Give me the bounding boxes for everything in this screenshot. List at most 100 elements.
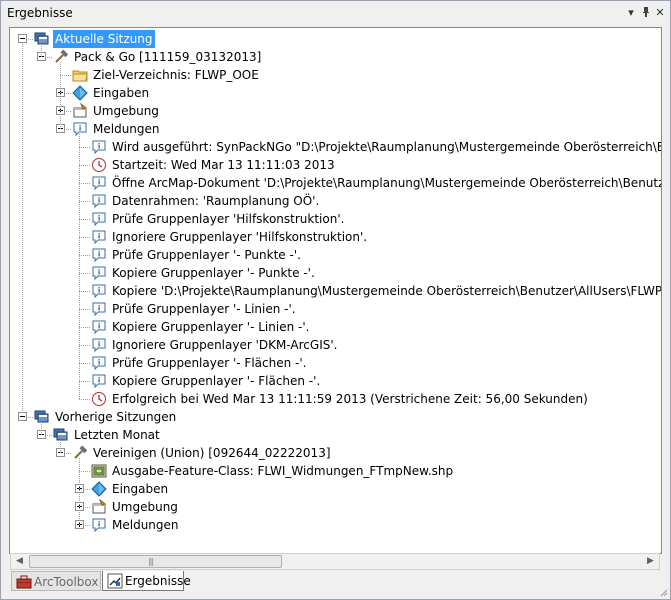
environment-icon [91, 498, 107, 515]
feature-class-icon [91, 463, 107, 479]
collapse-icon[interactable] [18, 34, 27, 43]
tree-row[interactable]: Vorherige Sitzungen [10, 408, 661, 426]
tree-row-label: Startzeit: Wed Mar 13 11:11:03 2013 [112, 158, 335, 172]
tree-connector [41, 44, 42, 57]
tree-row[interactable]: Kopiere Gruppenlayer '- Linien -'. [10, 318, 661, 336]
clock-icon [91, 157, 107, 173]
tree-connector [60, 440, 61, 453]
session-icon [34, 31, 50, 47]
toolbox-icon [16, 574, 32, 590]
tree-row[interactable]: Wird ausgeführt: SynPackNGo "D:\Projekte… [10, 138, 661, 156]
tree-row[interactable]: Prüfe Gruppenlayer 'Hilfskonstruktion'. [10, 210, 661, 228]
tree-row-label: Wird ausgeführt: SynPackNGo "D:\Projekte… [112, 140, 661, 154]
tree-row[interactable]: Eingaben [10, 480, 661, 498]
message-icon [91, 283, 107, 299]
tab-ergebnisse[interactable]: Ergebnisse [102, 571, 191, 591]
tree-row-label: Letzten Monat [74, 428, 160, 442]
collapse-icon[interactable] [18, 412, 27, 421]
tree-row[interactable]: Erfolgreich bei Wed Mar 13 11:11:59 2013… [10, 390, 661, 408]
tree-row-label: Prüfe Gruppenlayer '- Punkte -'. [112, 248, 301, 262]
title-bar: Ergebnisse ▾ ✕ [1, 1, 670, 25]
tree-row[interactable]: Pack & Go [111159_03132013] [10, 48, 661, 66]
message-icon [91, 211, 107, 227]
tree-row-label: Kopiere Gruppenlayer '- Punkte -'. [112, 266, 315, 280]
scroll-left-icon[interactable]: ◀ [11, 554, 28, 569]
scrollbar-thumb[interactable]: ||| [29, 555, 282, 568]
tree-row[interactable]: Ignoriere Gruppenlayer 'Hilfskonstruktio… [10, 228, 661, 246]
tree-row-label: Prüfe Gruppenlayer '- Linien -'. [112, 302, 296, 316]
dock-tabs: ArcToolbox Ergebnisse [9, 571, 649, 593]
tree-row-label: Kopiere Gruppenlayer '- Linien -'. [112, 320, 310, 334]
window-title: Ergebnisse [7, 6, 73, 20]
tree-row-label: Umgebung [93, 104, 159, 118]
results-tree[interactable]: Aktuelle Sitzung Pack & Go [111159_031320… [9, 27, 662, 554]
grip-icon: ||| [148, 557, 154, 566]
tree-row[interactable]: Umgebung [10, 498, 661, 516]
session-icon [53, 427, 69, 443]
results-window: Ergebnisse ▾ ✕ Aktuelle Sitzung Pack & Go… [0, 0, 671, 600]
tree-row[interactable]: Meldungen [10, 516, 661, 534]
tree-row-label: Eingaben [112, 482, 169, 496]
input-diamond-icon [72, 85, 88, 101]
message-icon [91, 139, 107, 155]
tree-row[interactable]: Startzeit: Wed Mar 13 11:11:03 2013 [10, 156, 661, 174]
tree-row-label: Kopiere 'D:\Projekte\Raumplanung\Musterg… [112, 284, 662, 298]
tree-row-label: Prüfe Gruppenlayer '- Flächen -'. [112, 356, 307, 370]
tree-row[interactable]: Prüfe Gruppenlayer '- Linien -'. [10, 300, 661, 318]
tree-connector [41, 422, 42, 435]
clock-icon [91, 391, 107, 407]
message-icon [91, 229, 107, 245]
tree-connector [79, 458, 80, 525]
tree-row[interactable]: Umgebung [10, 102, 661, 120]
scroll-right-icon[interactable]: ▶ [642, 554, 659, 569]
close-icon[interactable]: ✕ [653, 6, 667, 20]
results-icon [107, 573, 123, 589]
horizontal-scrollbar[interactable]: ◀ ||| ▶ [10, 553, 660, 570]
tree-row[interactable]: Ziel-Verzeichnis: FLWP_OOE [10, 66, 661, 84]
tree-row[interactable]: Letzten Monat [10, 426, 661, 444]
tab-label: ArcToolbox [34, 575, 99, 589]
tree-row[interactable]: Ausgabe-Feature-Class: FLWI_Widmungen_FT… [10, 462, 661, 480]
tree-row[interactable]: Meldungen [10, 120, 661, 138]
message-icon [72, 121, 88, 137]
tree-row[interactable]: Vereinigen (Union) [092644_02222013] [10, 444, 661, 462]
message-icon [91, 373, 107, 389]
tree-row-label: Meldungen [112, 518, 179, 532]
tree-row-label: Umgebung [112, 500, 178, 514]
tree-row[interactable]: Öffne ArcMap-Dokument 'D:\Projekte\Raump… [10, 174, 661, 192]
tree-connector [60, 62, 61, 129]
tree-row-label: Datenrahmen: 'Raumplanung OÖ'. [112, 194, 320, 208]
tree-row[interactable]: Kopiere Gruppenlayer '- Flächen -'. [10, 372, 661, 390]
message-icon [91, 247, 107, 263]
pin-icon[interactable] [639, 6, 653, 20]
tree-row-label: Pack & Go [111159_03132013] [74, 50, 262, 64]
environment-icon [72, 102, 88, 119]
tree-row[interactable]: Prüfe Gruppenlayer '- Punkte -'. [10, 246, 661, 264]
tree-row[interactable]: Eingaben [10, 84, 661, 102]
tab-label: Ergebnisse [125, 574, 191, 588]
message-icon [91, 355, 107, 371]
tab-arctoolbox[interactable]: ArcToolbox [11, 571, 101, 591]
tree-row-label: Eingaben [93, 86, 150, 100]
message-icon [91, 517, 107, 533]
tree-row[interactable]: Aktuelle Sitzung [10, 30, 661, 48]
tree-connector [79, 134, 80, 399]
tree-row[interactable]: Kopiere 'D:\Projekte\Raumplanung\Musterg… [10, 282, 662, 300]
tree-row[interactable]: Datenrahmen: 'Raumplanung OÖ'. [10, 192, 661, 210]
message-icon [91, 301, 107, 317]
tree-row-label: Kopiere Gruppenlayer '- Flächen -'. [112, 374, 321, 388]
message-icon [91, 319, 107, 335]
hammer-icon [72, 445, 88, 461]
dropdown-arrow-icon[interactable]: ▾ [624, 6, 638, 20]
tree-row[interactable]: Kopiere Gruppenlayer '- Punkte -'. [10, 264, 661, 282]
tree-row-label: Ziel-Verzeichnis: FLWP_OOE [93, 68, 259, 82]
message-icon [91, 193, 107, 209]
resize-grip-icon[interactable] [658, 587, 668, 597]
message-icon [91, 175, 107, 191]
tree-row[interactable]: Prüfe Gruppenlayer '- Flächen -'. [10, 354, 661, 372]
tree-row-label: Vorherige Sitzungen [55, 410, 177, 424]
session-icon [34, 409, 50, 425]
tree-row-label: Ignoriere Gruppenlayer 'Hilfskonstruktio… [112, 230, 368, 244]
tree-row[interactable]: Ignoriere Gruppenlayer 'DKM-ArcGIS'. [10, 336, 661, 354]
input-diamond-icon [91, 481, 107, 497]
